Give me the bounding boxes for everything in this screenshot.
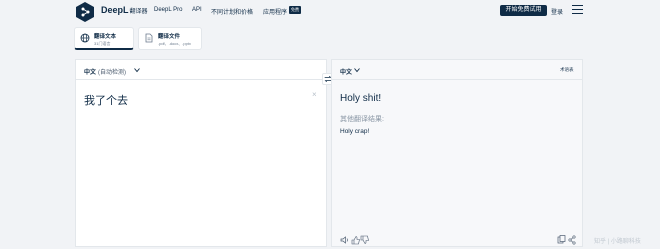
target-panel: 中文 术语表 Holy shit! 其他翻译结果: Holy crap! xyxy=(331,59,583,247)
brand-label: DeepL xyxy=(101,5,129,15)
hamburger-menu-icon[interactable] xyxy=(572,5,583,14)
copy-and-share-icons[interactable] xyxy=(557,235,577,245)
tab-translate-files[interactable]: 翻译文件 .pdf、.docx、.pptx xyxy=(138,27,202,50)
thumbs-down-icon xyxy=(360,235,369,244)
source-detect-label: (自动检测) xyxy=(98,70,127,76)
chevron-down-icon[interactable] xyxy=(354,67,360,73)
tab-translate-text-title: 翻译文本 xyxy=(94,34,117,40)
source-language-select[interactable]: 中文 (自动检测) xyxy=(84,67,126,76)
login-link[interactable]: 登录 xyxy=(551,7,563,16)
nav-pricing[interactable]: 不同计划和价格 xyxy=(211,7,253,16)
tab-translate-files-title: 翻译文件 xyxy=(158,34,181,40)
nav-deepl-pro[interactable]: DeepL Pro xyxy=(154,7,182,13)
thumbs-up-icon xyxy=(351,236,360,245)
clear-icon[interactable]: × xyxy=(312,90,317,99)
source-textarea[interactable]: 我了个去 xyxy=(84,92,128,108)
source-panel: 中文 (自动检测) 我了个去 × xyxy=(75,59,327,247)
source-language-bar: 中文 (自动检测) xyxy=(76,60,326,80)
tab-translate-text[interactable]: 翻译文本 31门语言 xyxy=(74,27,134,50)
share-icon xyxy=(568,235,576,245)
watermark: 知乎 | 小路聊科技 xyxy=(594,239,641,245)
deepl-logo-icon[interactable] xyxy=(74,1,96,23)
alternatives-label: 其他翻译结果: xyxy=(340,116,384,123)
nav-apps[interactable]: 应用程序 xyxy=(263,7,287,16)
free-badge: 免费 xyxy=(289,6,301,14)
chevron-down-icon[interactable] xyxy=(134,67,140,73)
target-text[interactable]: Holy shit! xyxy=(340,93,381,104)
source-language-label: 中文 xyxy=(84,70,97,76)
brand-name[interactable]: DeepL翻译器 xyxy=(101,5,148,15)
tab-translate-text-sub: 31门语言 xyxy=(94,41,111,46)
nav-api[interactable]: API xyxy=(192,7,202,13)
glossary-button[interactable]: 术语表 xyxy=(560,67,574,73)
target-language-select[interactable]: 中文 xyxy=(340,67,352,76)
target-language-bar: 中文 术语表 xyxy=(332,60,582,80)
globe-icon xyxy=(80,33,90,43)
alternative-item[interactable]: Holy crap! xyxy=(340,128,369,135)
speaker-icon xyxy=(340,236,348,244)
brand-sub-label: 翻译器 xyxy=(129,9,148,15)
copy-icon xyxy=(557,235,566,244)
top-bar: DeepL翻译器 DeepL Pro API 不同计划和价格 应用程序 免费 开… xyxy=(0,0,660,24)
start-free-trial-button[interactable]: 开始免费试用 xyxy=(500,5,547,16)
document-icon xyxy=(145,33,153,43)
speaker-and-feedback-icons[interactable] xyxy=(340,235,370,245)
tab-translate-files-sub: .pdf、.docx、.pptx xyxy=(158,41,191,46)
